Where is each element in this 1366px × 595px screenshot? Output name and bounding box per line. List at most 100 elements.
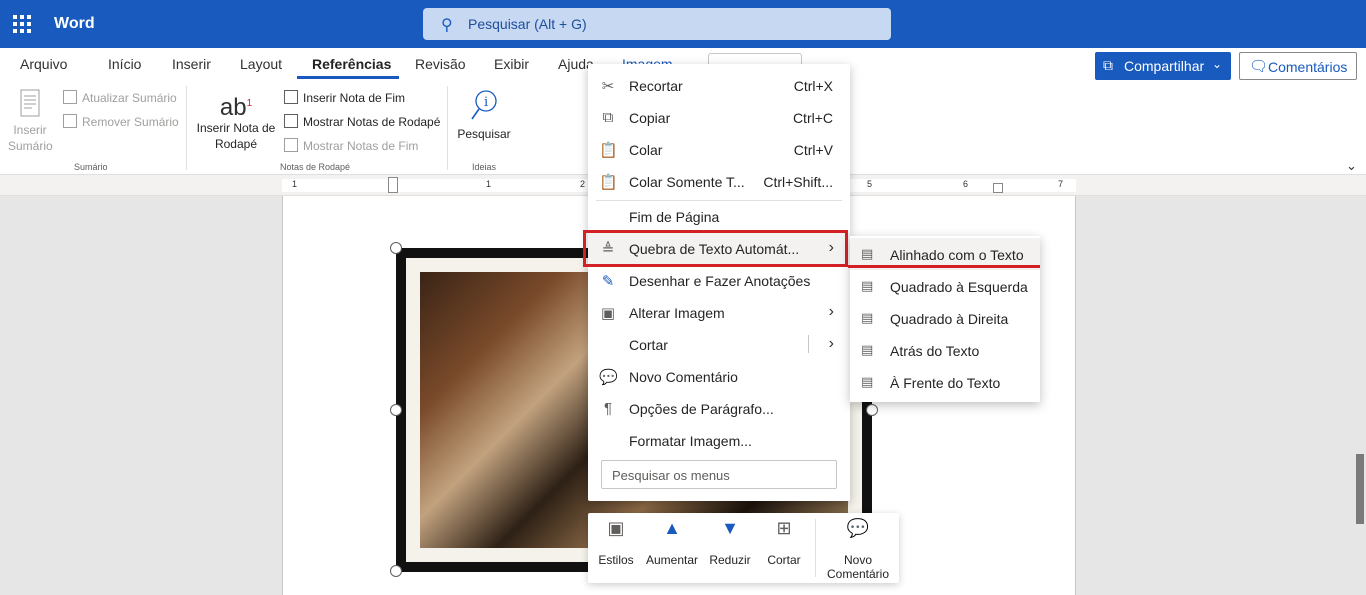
tab-referencias[interactable]: Referências (312, 56, 391, 72)
show-footnotes-icon (284, 114, 298, 128)
comments-button[interactable]: 🗨 Comentários (1239, 52, 1357, 80)
share-button[interactable]: ⧉ Compartilhar ⌄ (1095, 52, 1231, 80)
paragraph-icon: ¶ (603, 400, 613, 417)
menu-item-paste[interactable]: 📋 Colar Ctrl+V (588, 134, 850, 166)
menu-item-draw[interactable]: ✎ Desenhar e Fazer Anotações (588, 265, 850, 297)
insert-footnote-button[interactable]: ab1 Inserir Nota de Rodapé (194, 88, 278, 152)
submenu-item-label: Alinhado com o Texto (890, 247, 1024, 263)
submenu-item-square-right[interactable]: ▤ Quadrado à Direita (850, 302, 1040, 334)
research-button[interactable]: i Pesquisar (455, 88, 513, 142)
group-label-sumario: Sumário (74, 162, 108, 172)
show-footnotes-button[interactable]: Mostrar Notas de Rodapé (284, 114, 440, 129)
paste-text-icon: 📋 (599, 174, 618, 191)
bring-forward-label: Aumentar (645, 553, 699, 567)
app-launcher-icon[interactable] (13, 15, 31, 33)
menu-item-label: Colar Somente T... (629, 174, 745, 190)
floating-picture-toolbar: ▣ Estilos ▲ Aumentar ▼ Reduzir ⊞ Cortar … (588, 513, 899, 583)
wrap-inline-icon: ▤ (861, 246, 874, 261)
new-comment-button[interactable]: 💬 Novo Comentário (822, 519, 894, 581)
chevron-right-icon: › (828, 303, 834, 320)
menu-item-label: Novo Comentário (629, 369, 738, 385)
crop-label: Cortar (767, 553, 801, 567)
submenu-item-in-front[interactable]: ▤ À Frente do Texto (850, 366, 1040, 398)
submenu-item-label: Quadrado à Esquerda (890, 279, 1028, 295)
picture-styles-icon: ▣ (607, 518, 625, 538)
app-name[interactable]: Word (54, 15, 95, 33)
tab-exibir[interactable]: Exibir (494, 56, 529, 72)
menu-item-copy[interactable]: ⧉ Copiar Ctrl+C (588, 102, 850, 134)
menu-item-shortcut: Ctrl+V (793, 142, 833, 158)
research-icon: i (471, 90, 497, 120)
menu-item-cut[interactable]: ✂ Recortar Ctrl+X (588, 70, 850, 102)
submenu-item-label: À Frente do Texto (890, 375, 1001, 391)
crop-icon: ⊞ (776, 518, 792, 538)
send-backward-button[interactable]: ▼ Reduzir (706, 519, 754, 567)
bring-forward-icon: ▲ (663, 518, 681, 538)
group-label-notas: Notas de Rodapé (280, 162, 351, 172)
group-label-ideias: Ideias (472, 162, 497, 172)
menu-item-paste-text-only[interactable]: 📋 Colar Somente T... Ctrl+Shift... (588, 166, 850, 198)
resize-handle-middle-left[interactable] (390, 404, 402, 416)
right-indent-marker[interactable] (993, 183, 1003, 193)
menu-item-format-picture[interactable]: Formatar Imagem... (588, 425, 850, 457)
wrap-square-right-icon: ▤ (861, 310, 874, 325)
ribbon-divider (447, 86, 448, 170)
change-picture-icon: ▣ (600, 305, 616, 322)
endnote-icon (284, 90, 298, 104)
ruler-tick-label: 5 (867, 179, 873, 189)
menu-item-crop[interactable]: Cortar › (588, 329, 850, 361)
menu-item-label: Recortar (629, 78, 683, 94)
styles-button[interactable]: ▣ Estilos (596, 518, 636, 567)
insert-endnote-button[interactable]: Inserir Nota de Fim (284, 90, 405, 105)
menu-item-page-break[interactable]: Fim de Página (588, 201, 850, 233)
chevron-right-icon: › (828, 335, 834, 352)
menu-search-placeholder: Pesquisar os menus (612, 468, 730, 483)
menu-item-label: Colar (629, 142, 663, 158)
remove-toc-button[interactable]: Remover Sumário (63, 114, 179, 129)
submenu-item-square-left[interactable]: ▤ Quadrado à Esquerda (850, 270, 1040, 302)
search-icon: ⚲ (441, 17, 453, 34)
ruler-tick-label: 1 (486, 179, 492, 189)
tab-revisao[interactable]: Revisão (415, 56, 466, 72)
bring-forward-button[interactable]: ▲ Aumentar (644, 518, 700, 567)
update-toc-button[interactable]: Atualizar Sumário (63, 90, 177, 105)
vertical-scrollbar-thumb[interactable] (1356, 454, 1364, 524)
wrap-behind-icon: ▤ (861, 342, 874, 357)
tab-inserir[interactable]: Inserir (172, 56, 211, 72)
menu-item-paragraph-options[interactable]: ¶ Opções de Parágrafo... (588, 393, 850, 425)
ruler-tick-label: 2 (580, 179, 586, 189)
tab-layout[interactable]: Layout (240, 56, 282, 72)
comment-icon: 🗨 (1249, 58, 1269, 75)
show-endnotes-icon (284, 138, 298, 152)
chevron-down-icon: ⌄ (1212, 57, 1223, 71)
title-bar: Word ⚲ Pesquisar (Alt + G) (0, 0, 1366, 48)
highlight-box (583, 230, 848, 267)
tab-inicio[interactable]: Início (108, 56, 141, 72)
footnote-icon: ab1 (219, 94, 253, 121)
submenu-item-behind-text[interactable]: ▤ Atrás do Texto (850, 334, 1040, 366)
menu-item-label: Copiar (629, 110, 671, 126)
context-menu: ✂ Recortar Ctrl+X ⧉ Copiar Ctrl+C 📋 Cola… (588, 64, 850, 501)
menu-item-shortcut: Ctrl+X (793, 78, 833, 94)
tab-arquivo[interactable]: Arquivo (20, 56, 67, 72)
show-endnotes-button[interactable]: Mostrar Notas de Fim (284, 138, 418, 153)
show-footnotes-label: Mostrar Notas de Rodapé (303, 115, 441, 129)
insert-toc-label: Inserir Sumário (8, 123, 53, 153)
copy-icon: ⧉ (602, 109, 614, 126)
resize-handle-top-left[interactable] (390, 242, 402, 254)
menu-item-label: Formatar Imagem... (629, 433, 752, 449)
search-placeholder: Pesquisar (Alt + G) (468, 16, 587, 32)
search-box[interactable]: ⚲ Pesquisar (Alt + G) (423, 8, 891, 40)
menu-search-input[interactable]: Pesquisar os menus (601, 460, 837, 489)
split-button-divider (808, 335, 809, 353)
menu-item-change-picture[interactable]: ▣ Alterar Imagem › (588, 297, 850, 329)
update-toc-icon (63, 90, 77, 104)
menu-item-new-comment[interactable]: 💬 Novo Comentário (588, 361, 850, 393)
menu-item-label: Fim de Página (629, 209, 720, 225)
resize-handle-middle-right[interactable] (866, 404, 878, 416)
crop-button[interactable]: ⊞ Cortar (762, 518, 806, 567)
resize-handle-bottom-left[interactable] (390, 565, 402, 577)
insert-toc-button[interactable]: Inserir Sumário (8, 88, 53, 154)
indent-marker[interactable] (388, 177, 398, 193)
collapse-ribbon-icon[interactable]: ⌄ (1346, 158, 1357, 174)
